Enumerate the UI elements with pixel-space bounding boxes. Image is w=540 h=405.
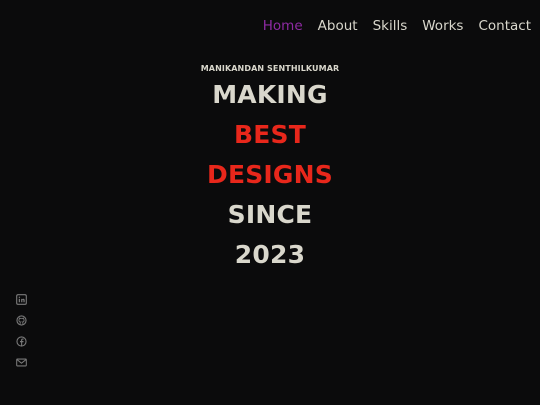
- hero-line-since: SINCE: [227, 200, 313, 229]
- social-links: [16, 294, 27, 368]
- linkedin-icon[interactable]: [16, 294, 27, 305]
- mail-icon[interactable]: [16, 357, 27, 368]
- hero-line-making: MAKING: [212, 80, 328, 109]
- hero-line-designs: DESIGNS: [207, 160, 333, 189]
- github-icon[interactable]: [16, 315, 27, 326]
- top-nav: Home About Skills Works Contact: [248, 18, 531, 34]
- facebook-icon[interactable]: [16, 336, 27, 347]
- nav-item-about[interactable]: About: [318, 18, 358, 34]
- nav-item-home[interactable]: Home: [263, 18, 303, 34]
- hero-line-year: 2023: [234, 240, 306, 269]
- nav-item-works[interactable]: Works: [422, 18, 463, 34]
- nav-item-skills[interactable]: Skills: [373, 18, 408, 34]
- author-name: MANIKANDAN SENTHILKUMAR: [200, 64, 340, 73]
- hero-line-best: BEST: [234, 120, 306, 149]
- nav-item-contact[interactable]: Contact: [478, 18, 531, 34]
